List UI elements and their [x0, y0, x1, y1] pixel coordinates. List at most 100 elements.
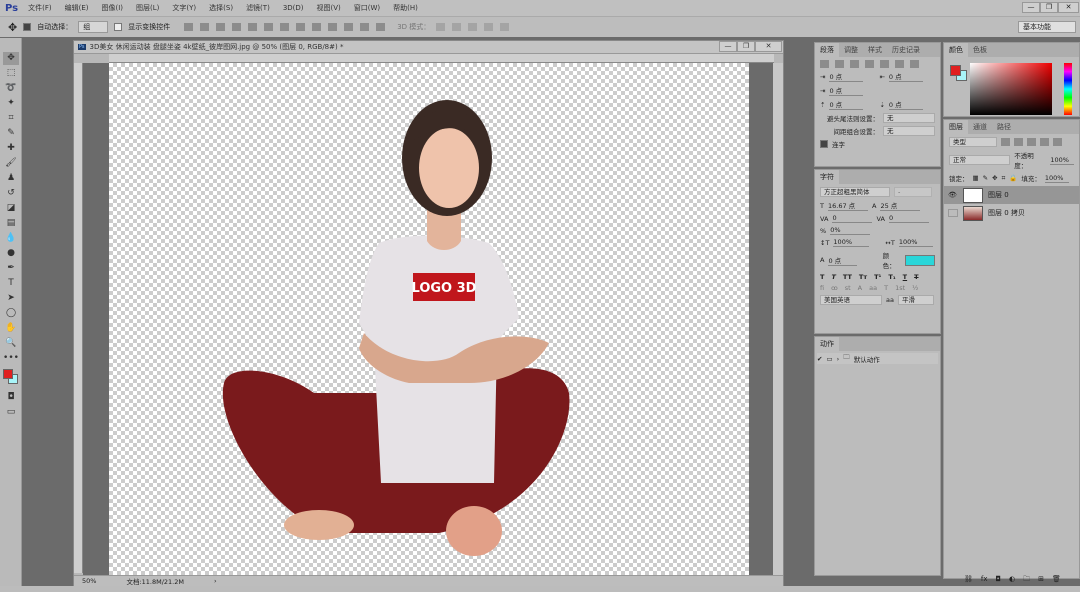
- tab-character[interactable]: 字符: [815, 170, 839, 184]
- tracking-field[interactable]: 0: [888, 214, 929, 223]
- crop-tool-icon[interactable]: ⌗: [3, 112, 19, 125]
- menu-edit[interactable]: 编辑(E): [65, 3, 89, 13]
- expand-chevron-icon[interactable]: ›: [837, 355, 840, 363]
- tab-adjustments[interactable]: 调整: [839, 43, 863, 57]
- tab-channels[interactable]: 通道: [968, 120, 992, 134]
- clone-stamp-tool-icon[interactable]: ♟: [3, 172, 19, 185]
- indent-left-field[interactable]: 0 点: [829, 71, 864, 82]
- more-tools-icon[interactable]: •••: [3, 352, 19, 365]
- layer-name[interactable]: 图层 0: [988, 190, 1009, 200]
- hue-slider[interactable]: [1064, 63, 1072, 115]
- menu-image[interactable]: 图像(I): [102, 3, 124, 13]
- lock-position-icon[interactable]: ✥: [992, 174, 997, 182]
- visibility-eye-icon[interactable]: 👁: [948, 191, 958, 199]
- horizontal-ruler[interactable]: [109, 54, 774, 63]
- type-tool-icon[interactable]: T: [3, 277, 19, 290]
- auto-select-checkbox[interactable]: [23, 23, 32, 31]
- 3d-scale-icon[interactable]: [500, 23, 510, 31]
- layer-row[interactable]: 👁 图层 0: [944, 186, 1079, 204]
- ornaments-icon[interactable]: T: [884, 284, 888, 292]
- move-tool-icon[interactable]: ✥: [8, 21, 17, 34]
- link-layers-icon[interactable]: ⛓: [964, 575, 973, 586]
- canvas[interactable]: LOGO 3D: [109, 63, 749, 575]
- adjustment-layer-icon[interactable]: ◐: [1009, 575, 1015, 586]
- strikethrough-icon[interactable]: T: [914, 273, 918, 281]
- auto-select-dropdown[interactable]: 组: [78, 21, 109, 33]
- ligature-icon[interactable]: fi: [820, 284, 824, 292]
- subscript-icon[interactable]: T₁: [888, 273, 895, 281]
- foreground-color-chip[interactable]: [950, 65, 961, 76]
- font-size-field[interactable]: 16.67 点: [827, 200, 868, 211]
- tab-paths[interactable]: 路径: [992, 120, 1016, 134]
- color-swatches[interactable]: [3, 367, 18, 389]
- justify-left-icon[interactable]: [865, 60, 874, 68]
- tab-styles[interactable]: 样式: [863, 43, 887, 57]
- justify-center-icon[interactable]: [880, 60, 889, 68]
- distribute-bottom-icon[interactable]: [312, 23, 322, 31]
- blur-tool-icon[interactable]: 💧: [3, 232, 19, 245]
- superscript-icon[interactable]: T¹: [874, 273, 881, 281]
- screen-mode-icon[interactable]: ▭: [3, 406, 19, 419]
- quick-mask-icon[interactable]: ◘: [3, 391, 19, 404]
- path-selection-tool-icon[interactable]: ➤: [3, 292, 19, 305]
- align-vcenter-icon[interactable]: [200, 23, 210, 31]
- align-bottom-icon[interactable]: [216, 23, 226, 31]
- font-family-dropdown[interactable]: 方正超粗黑简体: [820, 187, 890, 197]
- kinsoku-dropdown[interactable]: 无: [883, 113, 935, 123]
- fractions-icon[interactable]: ½: [912, 284, 918, 292]
- align-left-icon[interactable]: [232, 23, 242, 31]
- filter-adjustment-icon[interactable]: [1014, 138, 1023, 146]
- workspace-dropdown[interactable]: 基本功能: [1018, 21, 1076, 33]
- stylistic-alternates-icon[interactable]: st: [845, 284, 851, 292]
- vertical-scrollbar[interactable]: [773, 63, 783, 575]
- app-close-button[interactable]: ✕: [1058, 2, 1079, 13]
- lock-transparency-icon[interactable]: ▦: [973, 174, 979, 182]
- filter-pixel-icon[interactable]: [1001, 138, 1010, 146]
- menu-select[interactable]: 选择(S): [209, 3, 233, 13]
- doc-minimize-button[interactable]: —: [719, 41, 737, 52]
- discretionary-ligature-icon[interactable]: ꝏ: [831, 284, 838, 292]
- mojikumi-dropdown[interactable]: 无: [883, 126, 935, 136]
- new-group-icon[interactable]: 🗀: [1023, 575, 1030, 586]
- filter-smart-object-icon[interactable]: [1053, 138, 1062, 146]
- 3d-rotate-icon[interactable]: [436, 23, 446, 31]
- menu-help[interactable]: 帮助(H): [393, 3, 418, 13]
- hyphenate-checkbox[interactable]: [820, 140, 828, 148]
- blend-mode-dropdown[interactable]: 正常: [949, 155, 1011, 165]
- dialog-toggle-icon[interactable]: ▭: [826, 355, 832, 363]
- menu-layer[interactable]: 图层(L): [136, 3, 159, 13]
- align-right-icon[interactable]: [264, 23, 274, 31]
- vertical-scale-field[interactable]: 100%: [833, 238, 870, 247]
- tab-actions[interactable]: 动作: [815, 337, 839, 351]
- show-transform-checkbox[interactable]: [114, 23, 123, 31]
- vertical-ruler[interactable]: [74, 63, 83, 573]
- dodge-tool-icon[interactable]: ●: [3, 247, 19, 260]
- all-caps-icon[interactable]: TT: [843, 273, 852, 281]
- lasso-tool-icon[interactable]: ➰: [3, 82, 19, 95]
- action-set-name[interactable]: 默认动作: [854, 354, 880, 364]
- layer-row[interactable]: 图层 0 拷贝: [944, 204, 1079, 222]
- zoom-tool-icon[interactable]: 🔍: [3, 337, 19, 350]
- distribute-vcenter-icon[interactable]: [296, 23, 306, 31]
- hand-tool-icon[interactable]: ✋: [3, 322, 19, 335]
- action-toggle-check-icon[interactable]: ✔: [817, 355, 822, 363]
- filter-type-icon[interactable]: [1027, 138, 1036, 146]
- tab-swatches[interactable]: 色板: [968, 43, 992, 57]
- brush-tool-icon[interactable]: 🖌: [3, 157, 19, 170]
- space-before-field[interactable]: 0 点: [829, 99, 864, 110]
- lock-artboard-icon[interactable]: ⌗: [1002, 174, 1006, 183]
- faux-italic-icon[interactable]: T: [831, 273, 835, 281]
- underline-icon[interactable]: T: [903, 273, 907, 281]
- ordinals-icon[interactable]: 1st: [895, 284, 905, 292]
- menu-view[interactable]: 视图(V): [317, 3, 341, 13]
- shape-tool-icon[interactable]: ◯: [3, 307, 19, 320]
- menu-type[interactable]: 文字(Y): [172, 3, 196, 13]
- align-right-text-icon[interactable]: [850, 60, 859, 68]
- opacity-field[interactable]: 100%: [1050, 156, 1074, 165]
- leading-field[interactable]: 25 点: [880, 200, 921, 211]
- eraser-tool-icon[interactable]: ◪: [3, 202, 19, 215]
- 3d-slide-icon[interactable]: [484, 23, 494, 31]
- distribute-top-icon[interactable]: [280, 23, 290, 31]
- lock-pixels-icon[interactable]: ✎: [983, 174, 988, 182]
- app-minimize-button[interactable]: —: [1022, 2, 1040, 13]
